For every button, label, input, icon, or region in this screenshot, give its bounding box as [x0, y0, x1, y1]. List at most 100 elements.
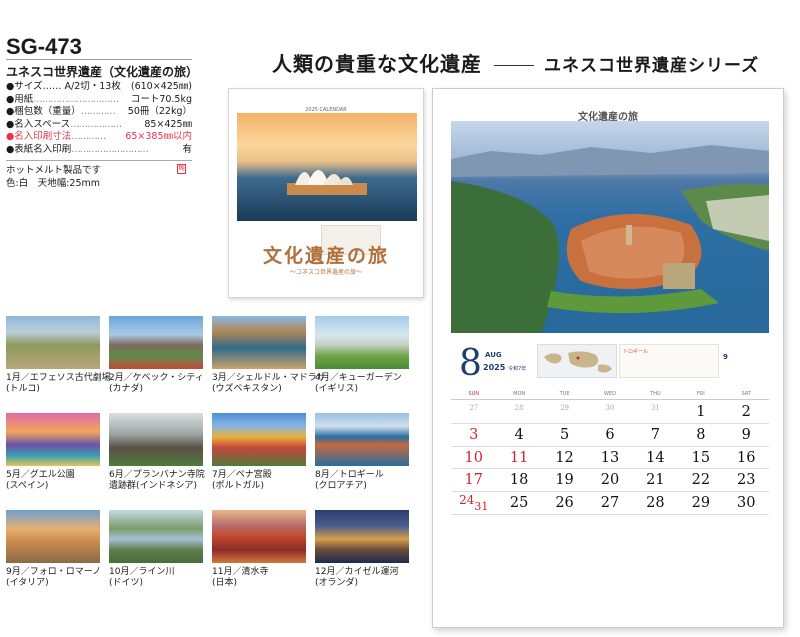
spec-item: ●用紙………………………… コート70.5kg — [6, 93, 192, 105]
date-cell: 9 — [741, 426, 751, 443]
date-cell: 23 — [737, 472, 756, 489]
date-cell: 12 — [555, 449, 574, 466]
date-cell: 6 — [605, 426, 615, 443]
world-map-icon — [537, 344, 617, 378]
spec-item-print-size: ●名入印刷寸法………… 65×385㎜以内 — [6, 131, 192, 143]
thumbnail-photo — [212, 316, 306, 369]
date-cell: 20 — [600, 472, 620, 489]
thumbnail-photo — [212, 510, 306, 563]
thumbnail-jun: 6月／プランバナン寺院 遺跡群(インドネシア) — [109, 413, 205, 492]
info-title: トロギール — [623, 349, 649, 355]
hotmelt-badge-icon: 糊 — [177, 163, 186, 174]
date-cell: 25 — [509, 495, 529, 512]
spec-item: ●名入スペース……………… 85×425㎜ — [6, 118, 192, 130]
calendar-august-page: 文化遺産の旅 8 AUG 2025 令和7年 トロギール 9 SUN MON T… — [432, 88, 784, 628]
date-cell: 3 — [469, 426, 479, 443]
headline-divider — [494, 65, 534, 66]
date-cell: 30 — [605, 404, 615, 412]
date-cell: 22 — [691, 472, 711, 489]
date-cell: 26 — [555, 495, 574, 512]
date-cell: 8 — [696, 426, 706, 443]
week-row: 10 11 12 13 14 15 16 — [451, 447, 769, 470]
date-cell: 30 — [737, 495, 756, 512]
mini-month-number: 9 — [723, 353, 728, 361]
weekday-tue: TUE — [559, 391, 570, 397]
date-cell: 28 — [514, 404, 524, 412]
spec-note: ホットメルト製品です 色:白 天地幅:25mm 糊 — [6, 159, 192, 190]
weekday-thu: THU — [650, 391, 661, 397]
thumbnail-photo — [315, 413, 409, 466]
spec-item: ●梱包数（重量）………… 50冊（22kg） — [6, 106, 192, 118]
thumbnail-may: 5月／グエル公園 (スペイン) — [6, 413, 100, 492]
thumbnail-oct: 10月／ライン川 (ドイツ) — [109, 510, 203, 589]
week-row: 2431 25 26 27 28 29 30 — [451, 492, 769, 515]
cover-subtitle: 〜ユネスコ世界遺産の旅〜 — [289, 269, 362, 276]
thumbnail-photo — [109, 510, 203, 563]
info-panel: トロギール — [619, 344, 719, 378]
thumbnail-nov: 11月／清水寺 (日本) — [212, 510, 306, 589]
weekday-header: SUN MON TUE WED THU FRI SAT — [451, 391, 769, 400]
thumbnail-mar: 3月／シェルドル・マドラサ (ウズベキスタン) — [212, 316, 326, 395]
date-cell: 5 — [559, 426, 570, 443]
date-cell-holiday: 11 — [509, 449, 529, 466]
thumbnail-jan: 1月／エフェソス古代劇場 (トルコ) — [6, 316, 111, 395]
date-cell: 27 — [469, 404, 479, 412]
weekday-fri: FRI — [696, 391, 705, 397]
date-cell: 7 — [650, 426, 661, 443]
cover-title: 文化遺産の旅 — [262, 245, 389, 267]
product-name: ユネスコ世界遺産（文化遺産の旅） — [6, 65, 199, 79]
thumbnail-dec: 12月／カイゼル運河 (オランダ) — [315, 510, 409, 589]
thumbnail-photo — [212, 413, 306, 466]
month-header: 8 AUG 2025 令和7年 トロギール 9 — [451, 343, 769, 385]
thumbnail-photo — [315, 316, 409, 369]
thumbnail-photo — [109, 413, 203, 466]
year-label: 2025 令和7年 — [483, 363, 527, 372]
thumbnail-photo — [315, 510, 409, 563]
date-grid: 27 28 29 30 31 1 2 3 4 5 6 7 8 9 10 11 1… — [451, 401, 769, 515]
note-color: 色:白 天地幅:25mm — [6, 177, 100, 189]
week-row: 27 28 29 30 31 1 2 — [451, 401, 769, 424]
date-cell: 29 — [691, 495, 711, 512]
thumbnail-apr: 4月／キューガーデン (イギリス) — [315, 316, 409, 395]
date-cell: 1 — [696, 404, 706, 420]
cover-photo — [237, 113, 417, 221]
spec-item: ●サイズ…… A/2切・13枚 (610×425㎜) — [6, 81, 192, 92]
date-cell: 18 — [509, 472, 529, 489]
thumbnail-aug: 8月／トロギール (クロアチア) — [315, 413, 409, 492]
trogir-illustration — [451, 145, 769, 333]
date-cell: 16 — [737, 449, 756, 466]
thumbnail-feb: 2月／ケベック・シティ (カナダ) — [109, 316, 204, 395]
thumbnail-photo — [109, 316, 203, 369]
date-cell: 10 — [464, 449, 483, 466]
month-abbr: AUG — [485, 351, 502, 359]
headline-title: 人類の貴重な文化遺産 — [272, 52, 482, 76]
week-row: 3 4 5 6 7 8 9 — [451, 424, 769, 447]
calendar-cover: 2025 CALENDAR 文化遺産の旅 〜ユネスコ世界遺産の旅〜 — [228, 88, 424, 298]
date-cell: 17 — [464, 472, 483, 489]
spec-item: ●表紙名入印刷……………………… 有 — [6, 143, 192, 155]
date-cell: 21 — [646, 472, 665, 489]
date-cell: 31 — [650, 404, 660, 412]
week-row: 17 18 19 20 21 22 23 — [451, 469, 769, 493]
weekday-sun: SUN — [468, 391, 479, 397]
thumbnail-photo — [6, 413, 100, 466]
note-hotmelt: ホットメルト製品です — [6, 164, 102, 176]
thumbnail-jul: 7月／ペナ宮殿 (ポルトガル) — [212, 413, 306, 492]
month-number: 8 — [459, 343, 482, 384]
date-cell: 29 — [560, 404, 570, 412]
thumbnail-sep: 9月／フォロ・ロマーノ (イタリア) — [6, 510, 101, 589]
weekday-wed: WED — [604, 391, 616, 397]
date-cell: 15 — [691, 449, 711, 466]
next-month-mini-calendar: 9 — [723, 344, 769, 363]
product-spec: SG-473 ユネスコ世界遺産（文化遺産の旅） ●サイズ…… A/2切・13枚(… — [6, 36, 199, 190]
product-code: SG-473 — [6, 36, 192, 60]
date-cell: 4 — [514, 426, 524, 443]
date-cell: 14 — [646, 449, 665, 466]
date-cell: 2 — [741, 404, 751, 420]
date-cell: 27 — [600, 495, 620, 512]
spec-list: ●サイズ…… A/2切・13枚 (610×425㎜) ●用紙………………………… コ… — [6, 81, 192, 157]
weekday-sat: SAT — [741, 391, 751, 397]
thumbnail-photo — [6, 316, 100, 369]
date-cell: 19 — [555, 472, 574, 489]
date-cell-shared: 2431 — [459, 493, 489, 514]
